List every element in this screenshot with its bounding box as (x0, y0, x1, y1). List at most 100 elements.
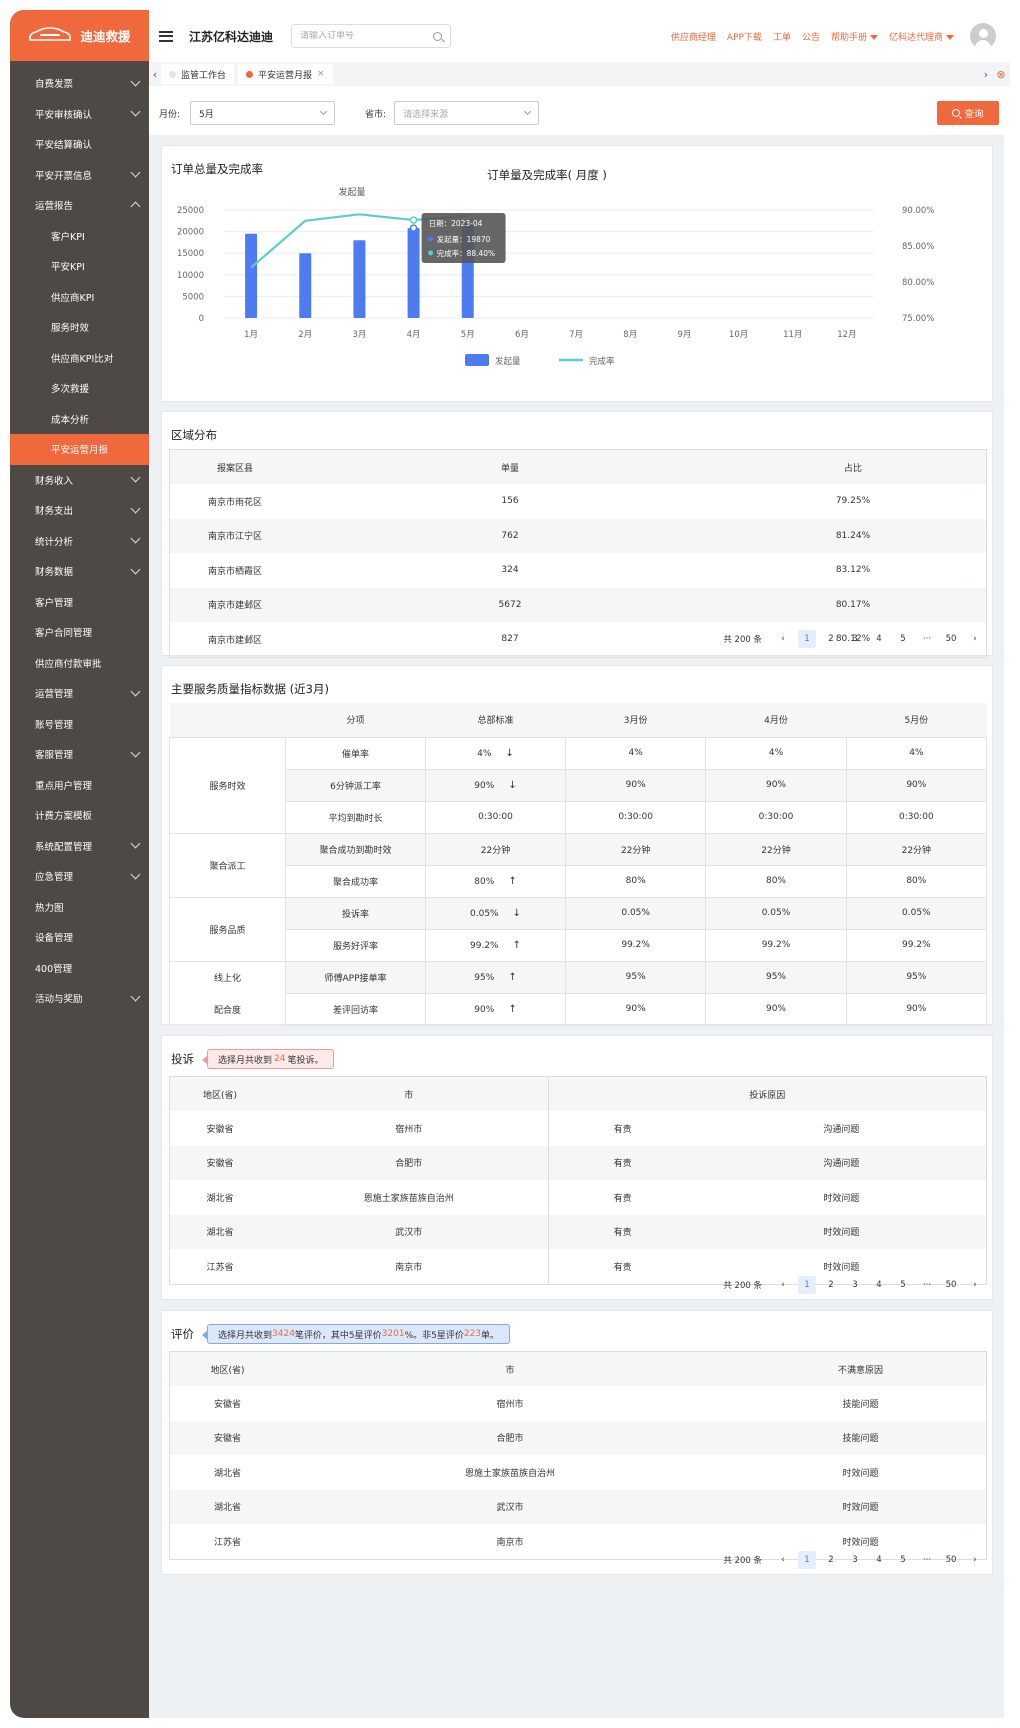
sidebar-item[interactable]: 财务数据 (10, 556, 149, 587)
quality-table: 分项 总部标准 3月份 4月份 5月份 服务时效 催单率 4% ↓ 4% 4% 4% 6分钟派… (169, 703, 988, 1026)
tab-dashboard[interactable]: 监管工作台 (161, 64, 235, 84)
tab-monthly-report[interactable]: 平安运营月报 × (238, 64, 333, 84)
table-row: 南京市建邺区 5672 80.17% (170, 587, 986, 622)
avatar[interactable] (970, 23, 996, 49)
agent-menu[interactable]: 亿科达代理商 (889, 30, 954, 43)
legend-label[interactable]: 完成率 (589, 356, 615, 367)
close-icon[interactable]: × (317, 69, 325, 79)
page-button[interactable]: 1 (798, 630, 816, 648)
table-cell: 156 (501, 496, 519, 507)
month-select[interactable]: 5月 (190, 101, 336, 125)
page-button[interactable]: 5 (894, 1551, 912, 1569)
page-button[interactable]: 50 (942, 1551, 960, 1569)
card-title: 区域分布 (171, 428, 217, 442)
page-button[interactable]: 2 (822, 1276, 840, 1294)
sidebar-item[interactable]: 服务时效 (10, 312, 149, 343)
metric-name: 6分钟派工率 (285, 768, 426, 802)
province-select[interactable]: 请选择来源 (394, 101, 540, 125)
sidebar-item[interactable]: 系统配置管理 (10, 831, 149, 862)
sidebar-item[interactable]: 400管理 (10, 953, 149, 984)
sidebar-item[interactable]: 活动与奖励 (10, 983, 149, 1014)
sidebar-item[interactable]: 客户KPI (10, 221, 149, 252)
sidebar-item[interactable]: 客户管理 (10, 587, 149, 618)
sidebar-item[interactable]: 自费发票 (10, 68, 149, 99)
sidebar-item[interactable]: 平安运营月报 (10, 434, 149, 465)
metric-m5: 80% (845, 864, 988, 898)
page-button[interactable]: 1 (798, 1276, 816, 1294)
sidebar-item[interactable]: 平安开票信息 (10, 160, 149, 191)
tab-scroll-left-icon[interactable]: ‹ (149, 68, 161, 81)
metric-name: 催单率 (285, 736, 426, 770)
sidebar-item[interactable]: 客服管理 (10, 739, 149, 770)
sidebar-item[interactable]: 热力图 (10, 892, 149, 923)
page-button[interactable]: 50 (942, 1276, 960, 1294)
note-number: 223 (463, 1329, 482, 1339)
prev-page-icon[interactable]: ‹ (774, 1551, 792, 1569)
sidebar-item[interactable]: 供应商付款审批 (10, 648, 149, 679)
close-all-tabs-icon[interactable]: ⊗ (992, 68, 1010, 81)
sidebar-item[interactable]: 多次救援 (10, 373, 149, 404)
pager-ellipsis[interactable]: ··· (918, 1551, 936, 1569)
bar[interactable] (353, 240, 366, 318)
bar[interactable] (407, 228, 420, 318)
sidebar-item[interactable]: 平安审核确认 (10, 99, 149, 130)
sidebar-item[interactable]: 运营报告 (10, 190, 149, 221)
sidebar-item[interactable]: 财务收入 (10, 465, 149, 496)
next-page-icon[interactable]: › (966, 630, 984, 648)
page-button[interactable]: 5 (894, 1276, 912, 1294)
page-button[interactable]: 4 (870, 1276, 888, 1294)
pager-ellipsis[interactable]: ··· (918, 1276, 936, 1294)
table-row: 湖北省 恩施土家族苗族自治州 时效问题 (170, 1455, 986, 1490)
tab-scroll-right-icon[interactable]: › (980, 68, 992, 81)
prev-page-icon[interactable]: ‹ (774, 1276, 792, 1294)
link-work-order[interactable]: 工单 (773, 30, 791, 43)
page-button[interactable]: 4 (870, 1551, 888, 1569)
page-button[interactable]: 3 (846, 1551, 864, 1569)
query-button[interactable]: 查询 (937, 101, 999, 125)
link-app-download[interactable]: APP下载 (727, 30, 762, 43)
sidebar-item[interactable]: 财务支出 (10, 495, 149, 526)
sidebar-item[interactable]: 平安KPI (10, 251, 149, 282)
arrow-down-icon: ↓ (505, 747, 514, 759)
sidebar-item[interactable]: 客户合同管理 (10, 617, 149, 648)
page-button[interactable]: 2 (822, 630, 840, 648)
sidebar-item[interactable]: 成本分析 (10, 404, 149, 435)
arrow-up-icon: ↑ (512, 939, 521, 951)
sidebar-item[interactable]: 供应商KPI (10, 282, 149, 313)
page-button[interactable]: 50 (942, 630, 960, 648)
legend-label[interactable]: 发起量 (495, 356, 521, 367)
next-page-icon[interactable]: › (966, 1551, 984, 1569)
page-button[interactable]: 2 (822, 1551, 840, 1569)
chart-title: 订单量及完成率( 月度 ) (487, 168, 607, 182)
sidebar-item[interactable]: 计费方案模板 (10, 800, 149, 831)
pager-ellipsis[interactable]: ··· (918, 630, 936, 648)
help-menu[interactable]: 帮助手册 (831, 30, 878, 43)
sidebar-item[interactable]: 供应商KPI比对 (10, 343, 149, 374)
page-button[interactable]: 5 (894, 630, 912, 648)
link-supplier-manager[interactable]: 供应商经理 (671, 30, 716, 43)
sidebar-item[interactable]: 运营管理 (10, 678, 149, 709)
menu-toggle-icon[interactable] (159, 30, 173, 42)
sidebar-item[interactable]: 统计分析 (10, 526, 149, 557)
sidebar-item[interactable]: 设备管理 (10, 922, 149, 953)
bar-point[interactable] (409, 224, 418, 232)
next-page-icon[interactable]: › (966, 1276, 984, 1294)
page-button[interactable]: 3 (846, 1276, 864, 1294)
prev-page-icon[interactable]: ‹ (774, 630, 792, 648)
bar[interactable] (245, 233, 258, 318)
page-button[interactable]: 1 (798, 1551, 816, 1569)
sidebar-item[interactable]: 账号管理 (10, 709, 149, 740)
search-icon[interactable] (433, 31, 443, 41)
order-search[interactable] (291, 24, 452, 48)
col-header: 报案区县 (216, 463, 253, 474)
link-announcement[interactable]: 公告 (802, 30, 820, 43)
sidebar-item[interactable]: 重点用户管理 (10, 770, 149, 801)
page-button[interactable]: 4 (870, 630, 888, 648)
rate-point[interactable] (409, 216, 418, 224)
brand-logo[interactable]: 迪迪救援 (10, 10, 149, 61)
sidebar-item[interactable]: 应急管理 (10, 861, 149, 892)
sidebar-item[interactable]: 平安结算确认 (10, 129, 149, 160)
order-search-input[interactable] (300, 31, 421, 41)
page-button[interactable]: 3 (846, 630, 864, 648)
bar[interactable] (299, 253, 312, 318)
